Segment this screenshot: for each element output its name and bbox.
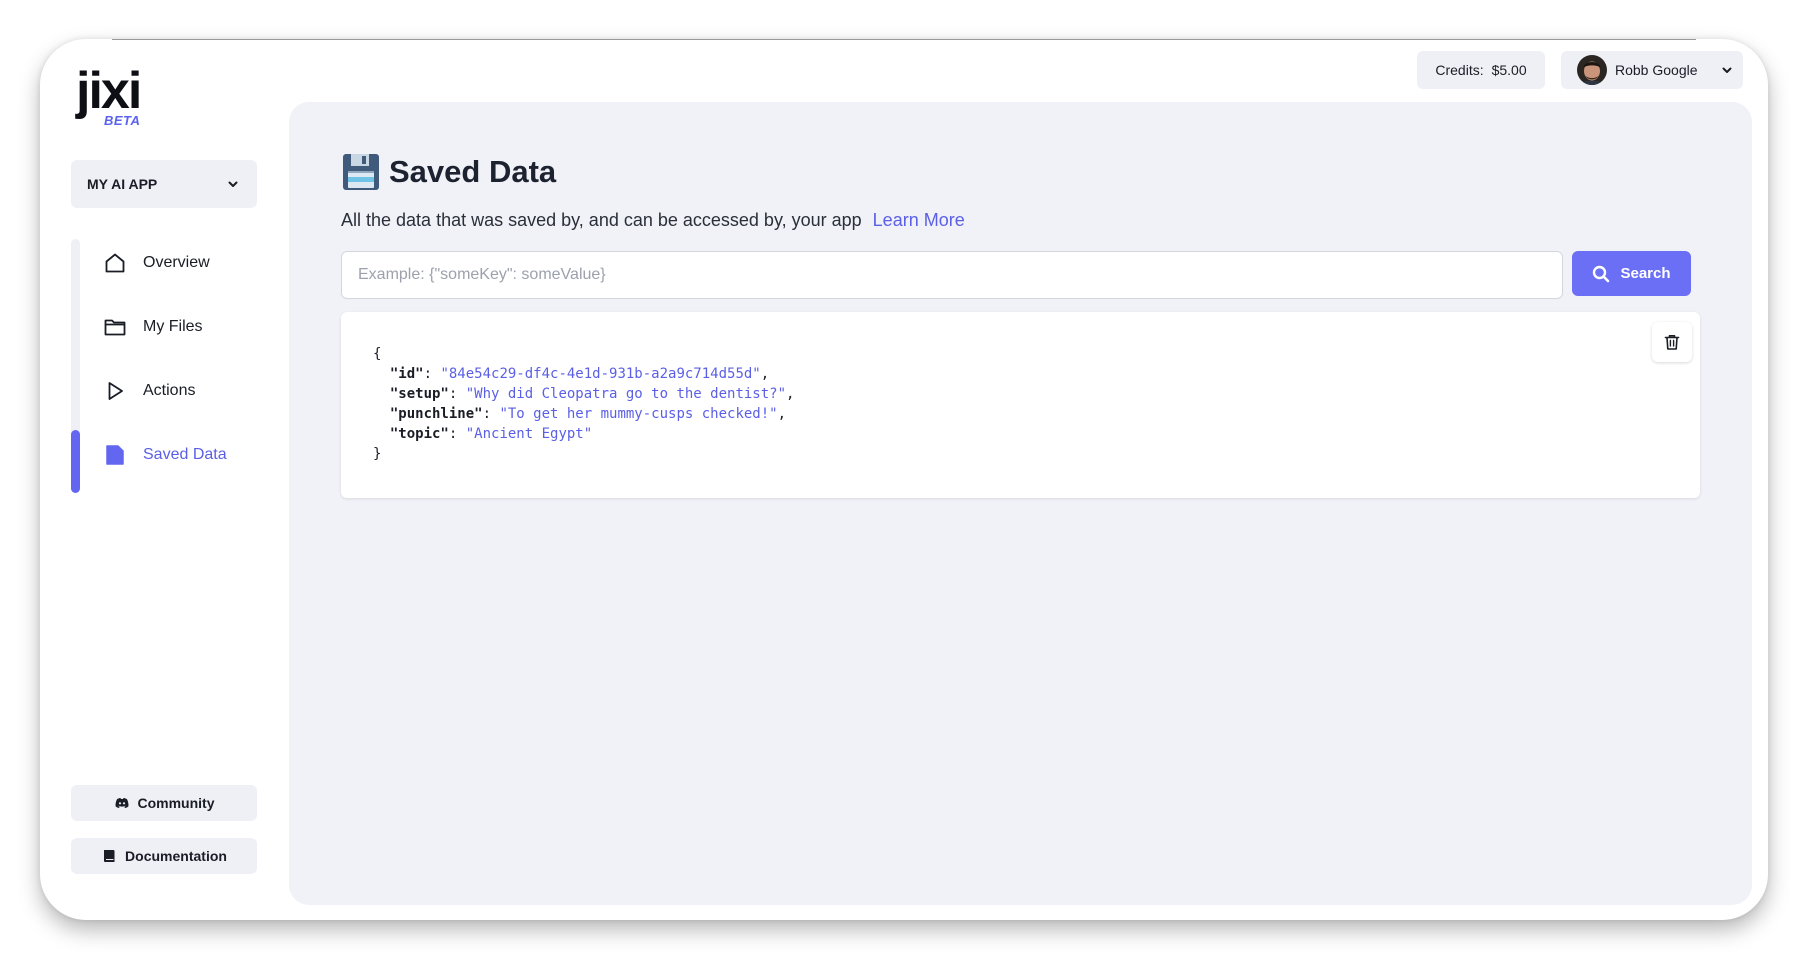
search-button[interactable]: Search <box>1572 251 1691 296</box>
main-panel: Saved Data All the data that was saved b… <box>289 102 1752 905</box>
logo-wordmark: jixi <box>76 62 142 120</box>
page-subtitle: All the data that was saved by, and can … <box>341 210 965 231</box>
page-title: Saved Data <box>389 154 557 189</box>
app-selector-label: MY AI APP <box>87 176 158 192</box>
json-key: "id" <box>389 366 424 382</box>
sidebar-item-label: Overview <box>143 254 210 271</box>
documentation-label: Documentation <box>125 848 227 864</box>
sidebar-item-overview[interactable]: Overview <box>103 243 253 283</box>
sidebar-item-label: My Files <box>143 318 203 335</box>
json-key: "punchline" <box>389 406 483 422</box>
app-window: jixi BETA MY AI APP Overview My Files Ac… <box>40 39 1768 920</box>
chevron-down-icon <box>1722 67 1732 73</box>
avatar <box>1577 55 1607 85</box>
nav-active-indicator <box>71 430 80 493</box>
sidebar-item-label: Saved Data <box>143 446 227 463</box>
json-separator: , <box>777 406 787 422</box>
discord-icon <box>115 798 128 808</box>
sidebar-item-actions[interactable]: Actions <box>103 371 253 411</box>
chevron-down-icon <box>228 181 238 187</box>
json-value: "Ancient Egypt" <box>465 426 593 442</box>
json-value: "84e54c29-df4c-4e1d-931b-a2a9c714d55d" <box>440 366 761 382</box>
floppy-disk-icon <box>343 154 379 190</box>
json-key: "topic" <box>389 426 449 442</box>
sidebar-item-label: Actions <box>143 382 196 399</box>
saved-record-card: { "id": "84e54c29-df4c-4e1d-931b-a2a9c71… <box>341 312 1700 498</box>
divider <box>112 39 1696 40</box>
search-button-label: Search <box>1620 265 1671 282</box>
credits-label: Credits: <box>1435 62 1484 78</box>
json-separator: , <box>760 366 770 382</box>
app-selector[interactable]: MY AI APP <box>71 160 257 208</box>
json-value: "To get her mummy-cusps checked!" <box>499 406 778 422</box>
subtitle-text: All the data that was saved by, and can … <box>341 210 862 230</box>
community-button[interactable]: Community <box>71 785 257 821</box>
file-icon <box>106 445 124 465</box>
beta-badge: BETA <box>104 113 141 128</box>
json-record: { "id": "84e54c29-df4c-4e1d-931b-a2a9c71… <box>373 346 795 462</box>
play-icon <box>108 382 123 400</box>
sidebar-item-my-files[interactable]: My Files <box>103 307 253 347</box>
community-label: Community <box>137 795 215 811</box>
search-input[interactable] <box>341 251 1563 299</box>
book-icon <box>104 850 115 862</box>
user-name: Robb Google <box>1615 62 1698 78</box>
user-menu[interactable]: Robb Google <box>1561 51 1743 89</box>
json-value: "Why did Cleopatra go to the dentist?" <box>465 386 787 402</box>
home-icon <box>105 253 125 273</box>
json-separator: , <box>786 386 795 402</box>
learn-more-link[interactable]: Learn More <box>873 210 965 230</box>
documentation-button[interactable]: Documentation <box>71 838 257 874</box>
page-header: Saved Data <box>341 152 556 192</box>
sidebar-item-saved-data[interactable]: Saved Data <box>103 435 253 475</box>
json-key: "setup" <box>389 386 449 402</box>
json-open-brace: { <box>373 346 382 362</box>
search-icon <box>1593 265 1610 282</box>
credits-value: $5.00 <box>1491 62 1527 78</box>
trash-icon <box>1664 335 1680 350</box>
sidebar-nav: Overview My Files Actions Saved Data <box>71 239 257 493</box>
logo[interactable]: jixi BETA <box>76 62 142 128</box>
folder-icon <box>104 319 126 336</box>
delete-button[interactable] <box>1652 322 1692 362</box>
credits-badge: Credits: $5.00 <box>1417 51 1545 89</box>
json-close-brace: } <box>373 446 382 462</box>
